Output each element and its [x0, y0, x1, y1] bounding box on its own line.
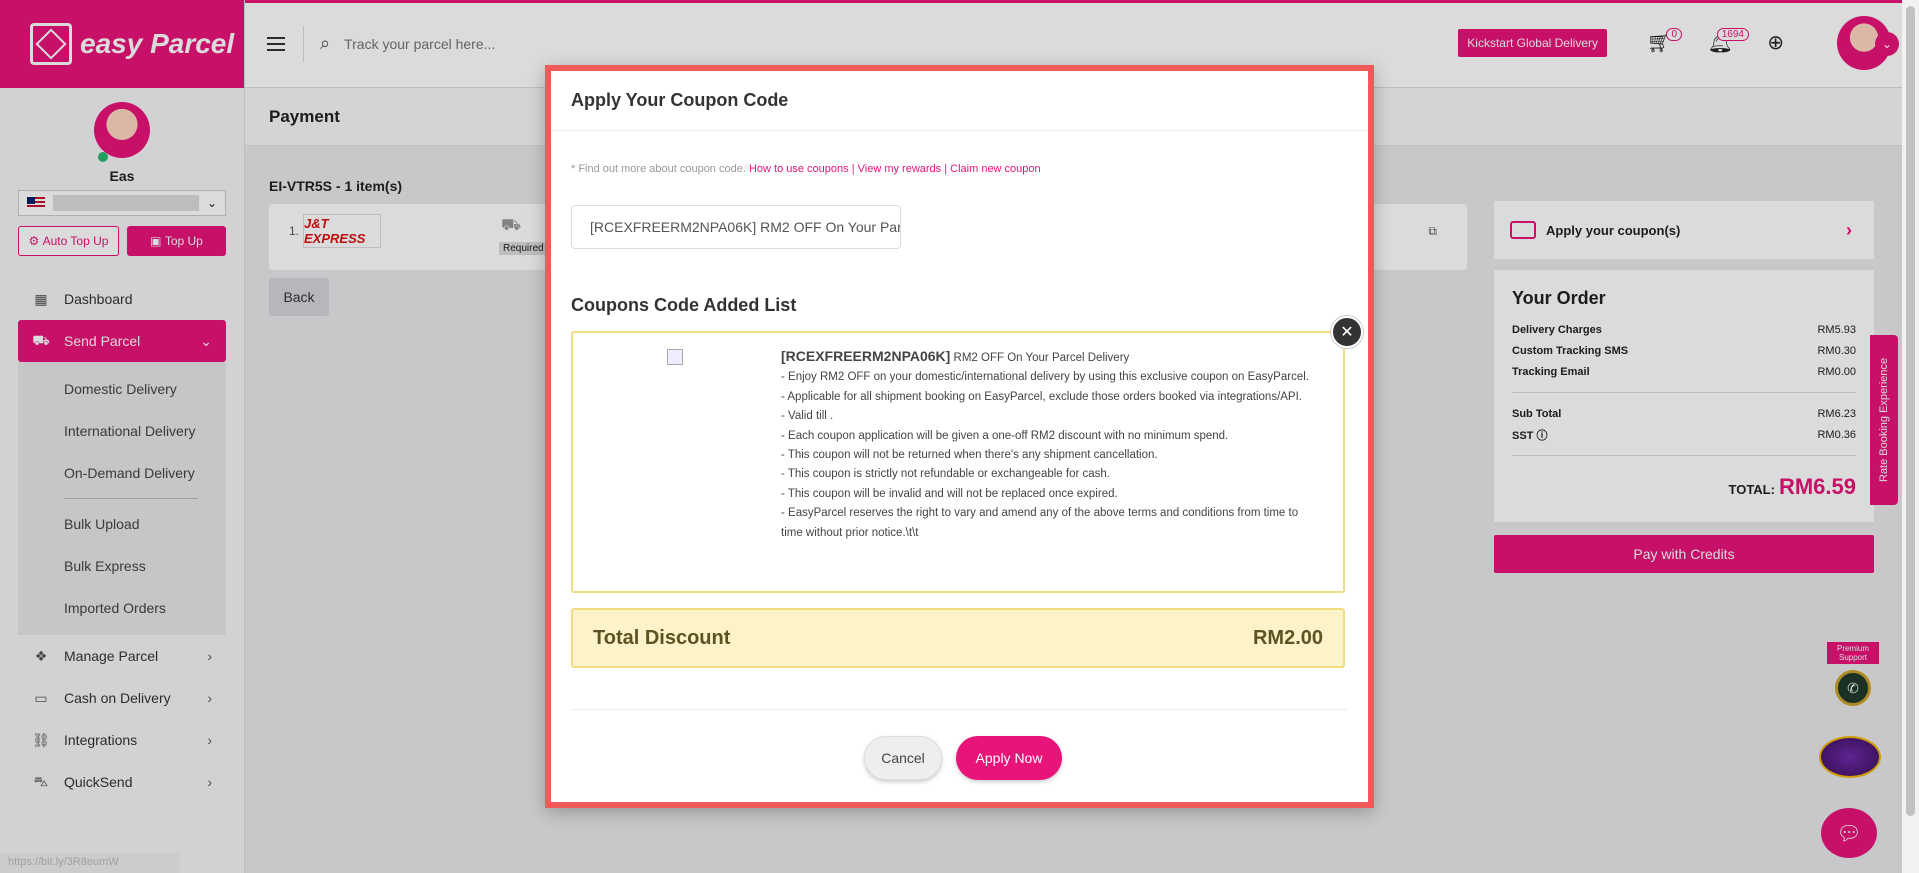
scrollbar-thumb[interactable]: [1906, 6, 1915, 816]
coupon-term: - Enjoy RM2 OFF on your domestic/interna…: [781, 371, 1309, 384]
apply-now-button[interactable]: Apply Now: [956, 736, 1062, 780]
coupon-code: [RCEXFREERM2NPA06K]: [781, 348, 951, 364]
coupon-headline: RM2 OFF On Your Parcel Delivery: [953, 352, 1130, 364]
coupon-modal: Apply Your Coupon Code * Find out more a…: [545, 65, 1374, 808]
coupon-card: [RCEXFREERM2NPA06K] RM2 OFF On Your Parc…: [571, 331, 1345, 593]
coupon-term: - This coupon will not be returned when …: [781, 449, 1158, 462]
total-discount-box: Total Discount RM2.00: [571, 608, 1345, 668]
coupon-term: - Applicable for all shipment booking on…: [781, 390, 1302, 403]
claim-new-coupon-link[interactable]: Claim new coupon: [950, 163, 1041, 175]
modal-title: Apply Your Coupon Code: [551, 71, 1368, 131]
how-to-use-coupons-link[interactable]: How to use coupons: [749, 163, 849, 175]
coupon-term: - EasyParcel reserves the right to vary …: [781, 507, 1299, 539]
scrollbar[interactable]: [1902, 0, 1919, 873]
view-my-rewards-link[interactable]: View my rewards: [858, 163, 942, 175]
total-discount-value: RM2.00: [1252, 626, 1323, 649]
coupon-term: - Valid till .: [781, 410, 834, 423]
coupon-image: [667, 349, 683, 365]
coupon-term: - This coupon will be invalid and will n…: [781, 487, 1118, 500]
divider: [571, 709, 1348, 710]
total-discount-label: Total Discount: [593, 626, 731, 649]
coupon-help-text: * Find out more about coupon code. How t…: [571, 163, 1041, 175]
coupon-select-input[interactable]: [RCEXFREERM2NPA06K] RM2 OFF On Your Parc…: [571, 205, 901, 249]
cancel-button[interactable]: Cancel: [864, 736, 942, 780]
coupon-term: - Each coupon application will be given …: [781, 429, 1229, 442]
coupons-added-title: Coupons Code Added List: [571, 295, 797, 315]
remove-coupon-close-icon[interactable]: ✕: [1331, 316, 1363, 348]
coupon-details: [RCEXFREERM2NPA06K] RM2 OFF On Your Parc…: [781, 347, 1321, 543]
coupon-term: - This coupon is strictly not refundable…: [781, 468, 1110, 481]
